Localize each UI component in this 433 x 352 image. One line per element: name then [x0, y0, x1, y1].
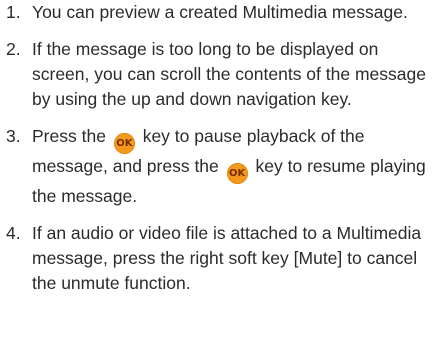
step-3: 3. Press the OK key to pause playback of… [0, 124, 433, 209]
step-2: 2. If the message is too long to be disp… [0, 37, 433, 112]
ok-key-icon: OK [226, 163, 248, 184]
step-1: 1. You can preview a created Multimedia … [0, 0, 433, 25]
step-4: 4. If an audio or video file is attached… [0, 221, 433, 296]
step-text: If the message is too long to be display… [32, 39, 426, 109]
instruction-list: 1. You can preview a created Multimedia … [0, 0, 433, 296]
step-number: 3. [6, 126, 21, 146]
step-number: 2. [6, 39, 21, 59]
step-text-part: Press the [32, 126, 106, 146]
step-text: You can preview a created Multimedia mes… [32, 2, 408, 22]
step-text: Press the OK key to pause playback of th… [32, 124, 433, 209]
step-number: 4. [6, 223, 21, 243]
step-number: 1. [6, 2, 21, 22]
step-text: If an audio or video file is attached to… [32, 223, 422, 293]
ok-key-icon: OK [113, 133, 135, 154]
